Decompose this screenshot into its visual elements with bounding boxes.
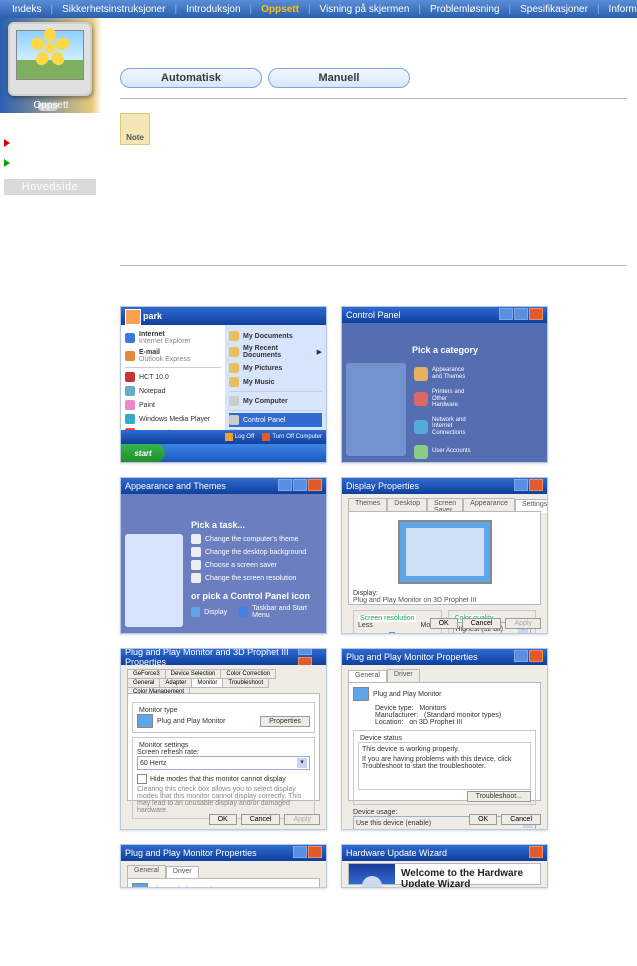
nav-sikkerhet[interactable]: Sikkerhetsinstruksjoner	[54, 4, 173, 15]
start-button-icon: start	[121, 444, 165, 462]
startmenu-right-panel: My Documents My Recent Documents ▶ My Pi…	[225, 325, 326, 444]
screenshot-hardware-wizard-top: Hardware Update Wizard Welcome to the Ha…	[341, 844, 548, 888]
user-avatar-icon	[125, 309, 141, 325]
screenshot-pnp-general: Plug and Play Monitor Properties General…	[341, 648, 548, 830]
startmenu-header: park	[121, 307, 326, 325]
screenshots-grid: park InternetInternet Explorer E-mailOut…	[120, 306, 627, 888]
gear-icon	[362, 876, 382, 888]
nav-informasjon[interactable]: Informasjon	[601, 4, 637, 15]
screenshot-start-menu: park InternetInternet Explorer E-mailOut…	[120, 306, 327, 463]
nav-introduksjon[interactable]: Introduksjon	[178, 4, 248, 15]
close-icon	[529, 308, 543, 320]
sidebar: Oppsett Hovedside	[0, 18, 102, 908]
cp-heading: Pick a category	[412, 345, 478, 355]
nav-visning[interactable]: Visning på skjermen	[312, 4, 418, 15]
wizard-banner	[349, 864, 395, 884]
taskbar: start	[121, 444, 326, 462]
adapter-tabs: GeForce3 Device Selection Color Correcti…	[127, 669, 320, 693]
cp-categories: Appearance and Themes Printers and Other…	[412, 363, 541, 456]
startmenu-footer: Log Off Turn Off Computer	[121, 430, 326, 444]
tab-manuell[interactable]: Manuell	[268, 68, 410, 88]
nav-oppsett[interactable]: Oppsett	[253, 4, 307, 15]
close-icon	[529, 650, 543, 662]
close-icon	[529, 846, 543, 858]
monitor-icon	[8, 22, 92, 96]
monitor-icon	[353, 687, 369, 701]
triangle-green-icon	[4, 159, 10, 167]
nav-problem[interactable]: Problemløsning	[422, 4, 507, 15]
triangle-red-icon	[4, 139, 10, 147]
side-item-1[interactable]	[4, 133, 98, 153]
note-icon	[120, 113, 150, 145]
side-item-2[interactable]	[4, 153, 98, 173]
close-icon	[308, 846, 322, 858]
nav-indeks[interactable]: Indeks	[4, 4, 49, 15]
section-title: Oppsett	[0, 100, 102, 111]
preview-monitor-icon	[398, 520, 492, 584]
nav-spesifikasjoner[interactable]: Spesifikasjoner	[512, 4, 596, 15]
divider	[120, 98, 627, 99]
tab-automatisk[interactable]: Automatisk	[120, 68, 262, 88]
screenshot-appearance-themes: Appearance and Themes Pick a task... Cha…	[120, 477, 327, 634]
divider-2	[120, 265, 627, 266]
left-info-panel	[125, 534, 183, 627]
startmenu-left-panel: InternetInternet Explorer E-mailOutlook …	[121, 325, 226, 444]
close-icon	[529, 479, 543, 491]
screenshot-adapter-monitor-tab: Plug and Play Monitor and 3D Prophet III…	[120, 648, 327, 830]
cp-side-panel	[346, 363, 406, 456]
close-icon	[308, 479, 322, 491]
main-content: Automatisk Manuell park InternetInternet…	[102, 18, 637, 908]
top-nav: Indeks| Sikkerhetsinstruksjoner| Introdu…	[0, 0, 637, 18]
screenshot-display-properties: Display Properties Themes Desktop Screen…	[341, 477, 548, 634]
monitor-icon	[137, 714, 153, 728]
dp-tabs: Themes Desktop Screen Saver Appearance S…	[348, 498, 541, 512]
section-hero: Oppsett	[0, 18, 102, 113]
screenshot-pnp-driver-top: Plug and Play Monitor Properties General…	[120, 844, 327, 888]
monitor-icon	[132, 883, 148, 888]
home-button[interactable]: Hovedside	[4, 179, 96, 195]
chevron-down-icon: ▾	[297, 758, 307, 768]
screenshot-control-panel: Control Panel Pick a category Appearance…	[341, 306, 548, 463]
checkbox-icon	[137, 774, 147, 784]
note-block	[120, 113, 627, 145]
